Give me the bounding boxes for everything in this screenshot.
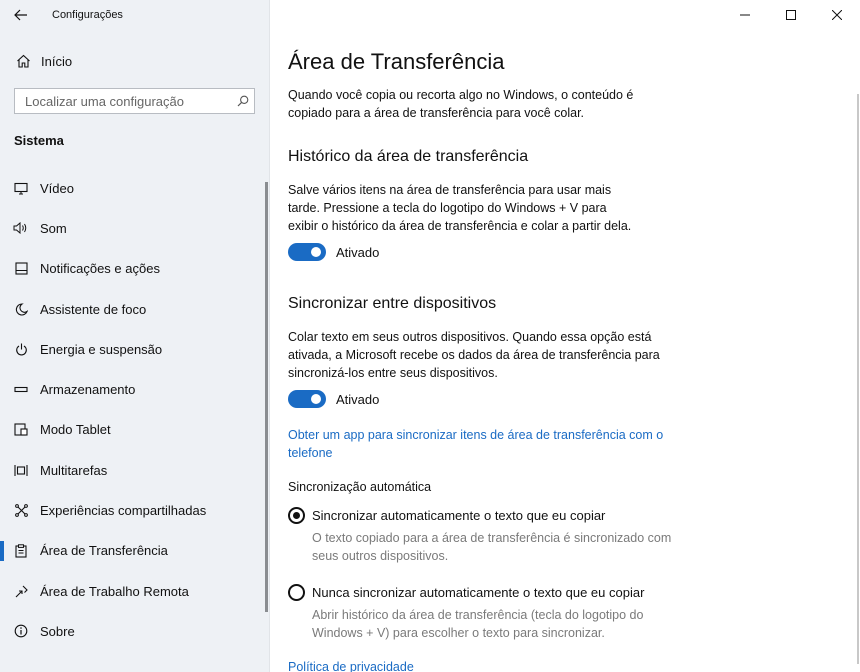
sync-never-label: Nunca sincronizar automaticamente o text… <box>312 584 645 600</box>
window-controls <box>722 0 860 30</box>
minimize-icon <box>740 14 750 16</box>
speaker-icon <box>12 222 30 235</box>
close-icon <box>832 10 842 20</box>
history-toggle[interactable] <box>288 243 326 261</box>
search-input[interactable]: Localizar uma configuração <box>25 94 232 109</box>
back-button[interactable] <box>10 5 32 25</box>
sidebar-item-notificacoes[interactable]: Notificações e ações <box>0 249 262 289</box>
sidebar-item-sobre[interactable]: Sobre <box>0 611 262 651</box>
sync-auto-option[interactable]: Sincronizar automaticamente o texto que … <box>288 504 848 526</box>
search-icon[interactable] <box>232 95 254 107</box>
sync-toggle[interactable] <box>288 390 326 408</box>
monitor-icon <box>12 182 30 195</box>
maximize-button[interactable] <box>768 0 814 30</box>
moon-icon <box>12 302 30 316</box>
multitask-icon <box>12 464 30 477</box>
sidebar-item-label: Sobre <box>40 623 75 639</box>
sidebar-item-label: Armazenamento <box>40 382 136 398</box>
app-title: Configurações <box>52 9 123 21</box>
main-pane: Área de Transferência Quando você copia … <box>270 0 860 672</box>
storage-icon <box>12 386 30 394</box>
section-heading: Sistema <box>14 133 64 148</box>
sidebar-item-label: Multitarefas <box>40 462 108 478</box>
sidebar-item-label: Área de Transferência <box>40 543 168 559</box>
sidebar-item-assistente-foco[interactable]: Assistente de foco <box>0 289 262 329</box>
home-label: Início <box>41 53 73 69</box>
sync-auto-radio[interactable] <box>288 506 305 524</box>
home-nav-item[interactable]: Início <box>0 48 270 74</box>
sidebar-item-modo-tablet[interactable]: Modo Tablet <box>0 410 262 450</box>
sidebar: Configurações Início Localizar uma confi… <box>0 0 270 672</box>
sync-never-description: Abrir histórico da área de transferência… <box>312 608 644 640</box>
sidebar-item-experiencias[interactable]: Experiências compartilhadas <box>0 490 262 530</box>
minimize-button[interactable] <box>722 0 768 30</box>
sidebar-item-label: Vídeo <box>40 180 74 196</box>
page-title: Área de Transferência <box>288 49 505 74</box>
sidebar-item-label: Experiências compartilhadas <box>40 503 207 519</box>
sync-never-option[interactable]: Nunca sincronizar automaticamente o text… <box>288 581 848 603</box>
main-scrollbar[interactable] <box>857 94 859 664</box>
sync-app-link[interactable]: Obter um app para sincronizar itens de á… <box>288 426 678 462</box>
home-icon <box>14 54 32 68</box>
sidebar-item-armazenamento[interactable]: Armazenamento <box>0 369 262 409</box>
search-box[interactable]: Localizar uma configuração <box>14 88 255 114</box>
sync-heading: Sincronizar entre dispositivos <box>288 295 497 312</box>
power-icon <box>12 343 30 356</box>
sync-auto-description: O texto copiado para a área de transferê… <box>312 531 672 563</box>
history-toggle-state: Ativado <box>336 244 380 260</box>
sync-toggle-state: Ativado <box>336 391 380 407</box>
sidebar-item-area-trabalho-remota[interactable]: Área de Trabalho Remota <box>0 571 262 611</box>
sync-description: Colar texto em seus outros dispositivos.… <box>288 330 660 380</box>
close-button[interactable] <box>814 0 860 30</box>
history-description: Salve vários itens na área de transferên… <box>288 183 632 233</box>
remote-icon <box>12 585 30 598</box>
notification-icon <box>12 262 30 275</box>
sidebar-item-video[interactable]: Vídeo <box>0 168 262 208</box>
sidebar-item-label: Som <box>40 220 67 236</box>
history-heading: Histórico da área de transferência <box>288 148 529 165</box>
info-icon <box>12 624 30 638</box>
sidebar-item-multitarefas[interactable]: Multitarefas <box>0 450 262 490</box>
sidebar-item-area-transferencia[interactable]: Área de Transferência <box>0 531 262 571</box>
sidebar-item-label: Área de Trabalho Remota <box>40 583 189 599</box>
share-icon <box>12 504 30 517</box>
sidebar-item-label: Notificações e ações <box>40 261 160 277</box>
auto-sync-label: Sincronização automática <box>288 480 432 494</box>
sync-auto-label: Sincronizar automaticamente o texto que … <box>312 507 606 523</box>
sidebar-item-label: Energia e suspensão <box>40 341 163 357</box>
history-toggle-row: Ativado <box>288 241 848 263</box>
tablet-icon <box>12 423 30 436</box>
sidebar-scrollbar[interactable] <box>265 182 268 612</box>
sync-never-radio[interactable] <box>288 583 305 601</box>
sidebar-nav: Vídeo Som Notificações e ações Assistent… <box>0 168 262 652</box>
intro-text: Quando você copia ou recorta algo no Win… <box>288 88 634 120</box>
sync-toggle-row: Ativado <box>288 388 848 410</box>
back-arrow-icon <box>14 9 27 21</box>
clipboard-icon <box>12 544 30 558</box>
sidebar-item-label: Modo Tablet <box>40 422 111 438</box>
content: Área de Transferência Quando você copia … <box>288 48 848 672</box>
title-bar: Configurações <box>0 0 270 30</box>
maximize-icon <box>786 10 796 20</box>
sidebar-item-energia[interactable]: Energia e suspensão <box>0 329 262 369</box>
sidebar-item-som[interactable]: Som <box>0 208 262 248</box>
sidebar-item-label: Assistente de foco <box>40 301 147 317</box>
privacy-link[interactable]: Política de privacidade <box>288 658 848 672</box>
